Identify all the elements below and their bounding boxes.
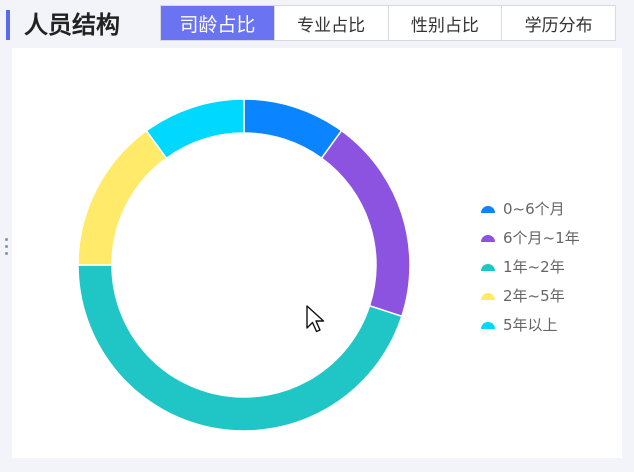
legend-marker-icon	[481, 263, 495, 271]
donut-slice-4[interactable]	[77, 129, 168, 266]
legend-label: 1年~2年	[503, 258, 565, 276]
legend-item-3[interactable]: 1年~2年	[480, 252, 620, 281]
mouse-cursor-icon	[306, 305, 325, 333]
legend-marker-icon	[481, 321, 495, 329]
legend-item-4[interactable]: 2年~5年	[480, 281, 620, 310]
legend-marker-icon	[481, 234, 495, 242]
donut-slice-2[interactable]	[320, 129, 411, 318]
donut-slice-3[interactable]	[77, 264, 403, 432]
legend-item-1[interactable]: 0~6个月	[480, 194, 620, 223]
legend-item-2[interactable]: 6个月~1年	[480, 223, 620, 252]
legend-label: 2年~5年	[503, 287, 565, 305]
donut-slice-1[interactable]	[243, 98, 343, 160]
legend-label: 0~6个月	[503, 200, 565, 218]
legend-item-5[interactable]: 5年以上	[480, 310, 620, 339]
legend-label: 5年以上	[503, 316, 558, 334]
legend-marker-icon	[481, 205, 495, 213]
legend-marker-icon	[481, 292, 495, 300]
donut-slice-5[interactable]	[145, 98, 245, 160]
chart-legend: 0~6个月 6个月~1年 1年~2年 2年~5年 5年以上	[480, 194, 620, 339]
legend-label: 6个月~1年	[503, 229, 580, 247]
